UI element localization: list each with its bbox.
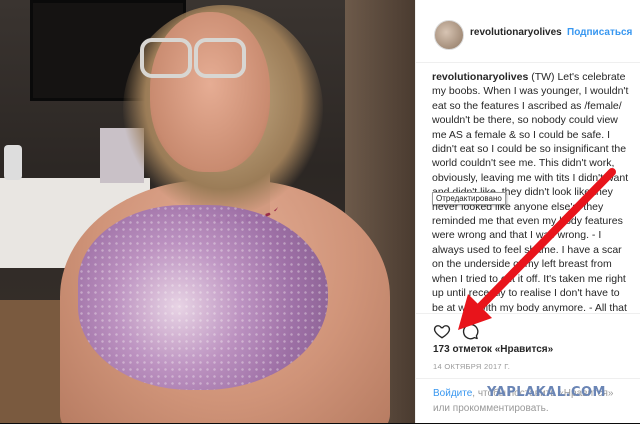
edited-tooltip: Отредактировано [432,192,506,205]
avatar[interactable] [434,20,464,50]
post-sidebar: revolutionaryolives Подписаться revoluti… [415,0,640,423]
caption: revolutionaryolives (TW) Let's celebrate… [432,70,632,312]
post-date: 14 ОКТЯБРЯ 2017 Г. [433,362,511,371]
action-bar [416,313,640,346]
post-photo[interactable] [0,0,415,423]
caption-username[interactable]: revolutionaryolives [432,71,528,83]
comment-icon[interactable] [461,322,479,340]
login-link[interactable]: Войдите [433,388,472,399]
background-lamp [4,145,22,180]
follow-button[interactable]: Подписаться [567,27,632,38]
person-glasses [140,38,250,78]
site-watermark: YAPLAKAL.COM [487,385,606,400]
heart-icon[interactable] [433,322,451,340]
person-face [150,12,270,172]
likes-count[interactable]: 173 отметок «Нравится» [433,344,553,355]
glitter-chest [78,205,328,390]
header-username[interactable]: revolutionaryolives [470,27,562,38]
post-header: revolutionaryolives Подписаться [416,0,640,63]
